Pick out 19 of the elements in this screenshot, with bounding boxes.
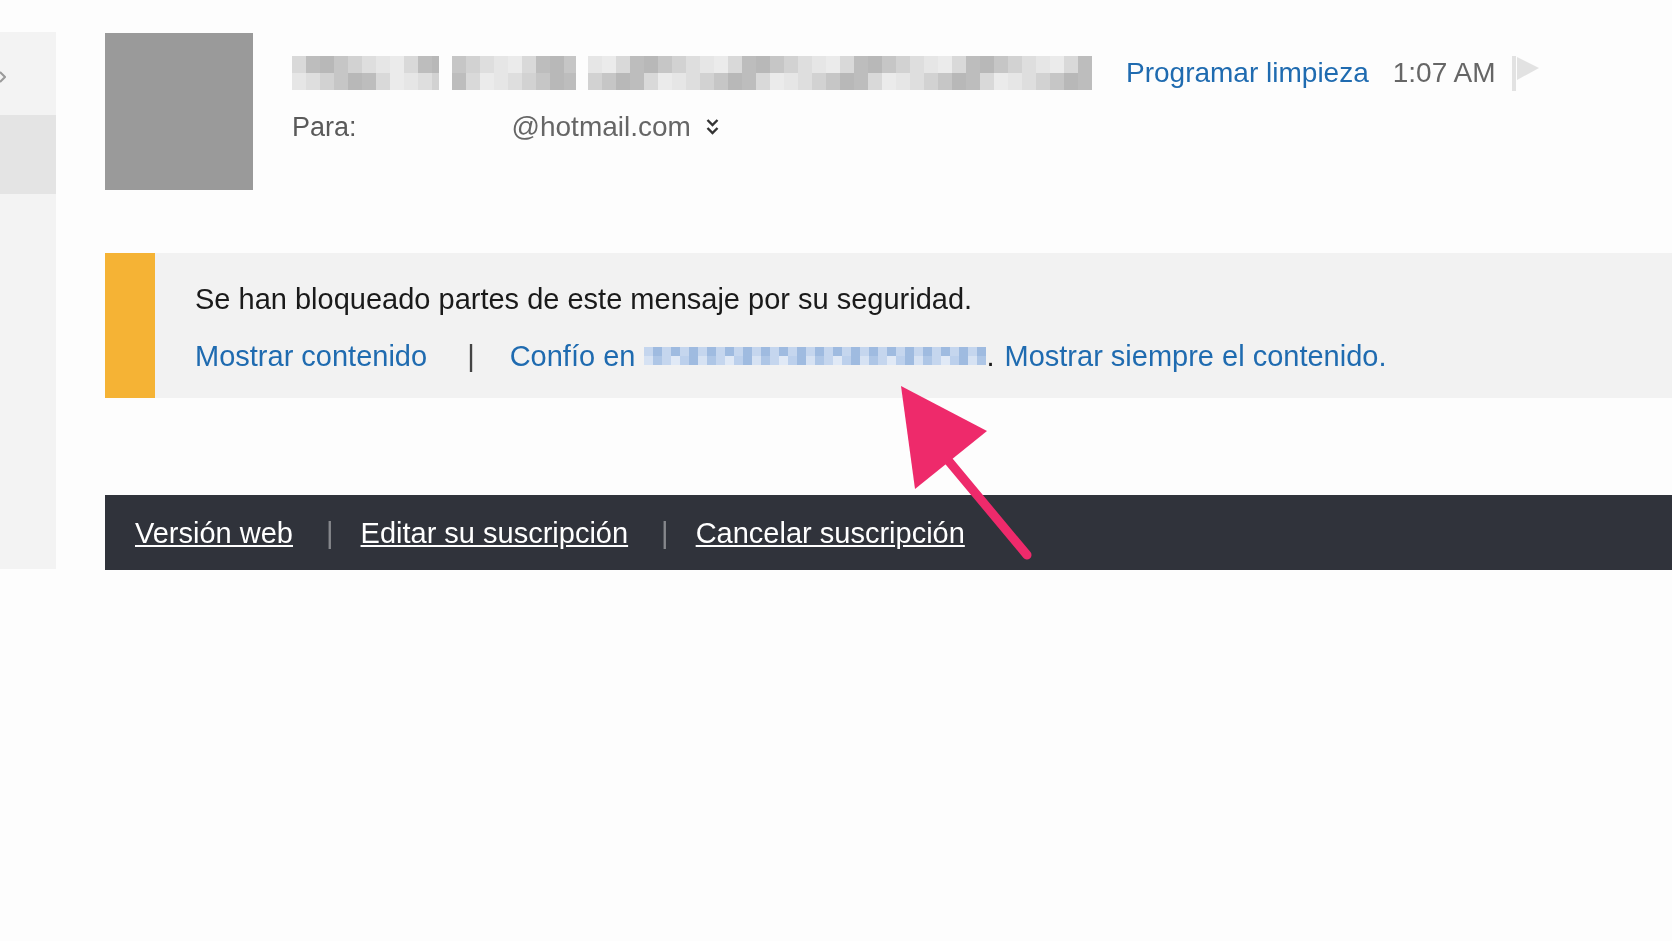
punctuation-text: . xyxy=(986,339,995,373)
blurred-link[interactable] xyxy=(644,347,987,365)
time-text: 1:07 AM xyxy=(1392,57,1496,89)
double-chevron-icon[interactable] xyxy=(705,118,719,136)
recipient-label: Para: xyxy=(292,111,357,143)
banner-link[interactable]: Mostrar contenido xyxy=(195,339,428,373)
schedule-cleanup-link[interactable]: Programar limpieza xyxy=(1126,57,1369,89)
chevron-icon xyxy=(0,70,6,84)
footer-link[interactable]: Cancelar suscripción xyxy=(695,515,965,550)
banner-link[interactable]: Mostrar siempre el contenido. xyxy=(1004,339,1387,373)
footer-link[interactable]: Versión web xyxy=(135,515,293,550)
divider-text: | xyxy=(326,515,334,550)
flag-icon[interactable] xyxy=(1512,55,1540,91)
divider-text: | xyxy=(467,339,475,373)
recipient-address: @hotmail.com xyxy=(511,111,691,143)
divider-text: | xyxy=(661,515,669,550)
banner-link[interactable]: Confío en xyxy=(509,339,636,373)
footer-link[interactable]: Editar su suscripción xyxy=(360,515,629,550)
security-message: Se han bloqueado partes de este mensaje por su seguridad. xyxy=(195,282,974,316)
